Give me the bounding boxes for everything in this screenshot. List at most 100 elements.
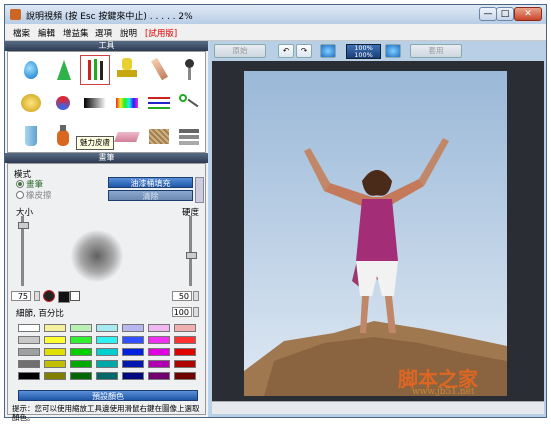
palette-swatch[interactable] xyxy=(148,348,170,356)
mode-eraser-radio[interactable] xyxy=(16,191,24,199)
menu-file[interactable]: 檔案 xyxy=(13,27,30,39)
palette-swatch[interactable] xyxy=(70,336,92,344)
palette-swatch[interactable] xyxy=(70,372,92,380)
cone-icon[interactable] xyxy=(48,55,78,85)
image-toolbar: 原始 ↶ ↷ 100% 100% 套用 xyxy=(210,41,546,61)
menu-trial[interactable]: [試用版] xyxy=(145,27,177,39)
palette-swatch[interactable] xyxy=(122,360,144,368)
app-icon xyxy=(10,9,21,20)
palette-swatch[interactable] xyxy=(174,324,196,332)
palette-swatch[interactable] xyxy=(96,360,118,368)
palette-swatch[interactable] xyxy=(44,336,66,344)
watermark-url: www.jb51.net xyxy=(412,387,475,397)
palette-swatch[interactable] xyxy=(44,348,66,356)
palette-swatch[interactable] xyxy=(44,372,66,380)
foreground-color-box[interactable] xyxy=(58,291,70,303)
palette-swatch[interactable] xyxy=(18,372,40,380)
palette-swatch[interactable] xyxy=(70,324,92,332)
swap-colors-icon[interactable] xyxy=(70,291,80,301)
palette-swatch[interactable] xyxy=(96,348,118,356)
hardness-slider-thumb[interactable] xyxy=(186,252,197,259)
detail-spinner[interactable] xyxy=(193,307,199,317)
black-color-selector[interactable] xyxy=(43,290,55,302)
tooltip-glamour-skin: 魅力皮膚 xyxy=(76,136,114,150)
palette-swatch[interactable] xyxy=(148,336,170,344)
scissors-icon[interactable] xyxy=(174,88,204,118)
color-palette xyxy=(18,324,198,386)
menu-edit[interactable]: 編輯 xyxy=(38,27,55,39)
text-layers-icon[interactable] xyxy=(174,122,204,152)
palette-swatch[interactable] xyxy=(70,348,92,356)
hardness-slider[interactable] xyxy=(189,216,192,286)
zoom-out-icon[interactable] xyxy=(385,44,401,58)
palette-swatch[interactable] xyxy=(18,336,40,344)
badge-icon[interactable] xyxy=(16,88,46,118)
right-panel: 原始 ↶ ↷ 100% 100% 套用 脚本之家 www.jb51.net xyxy=(210,41,546,417)
size-spinner[interactable] xyxy=(34,291,40,301)
palette-swatch[interactable] xyxy=(122,336,144,344)
gradient-icon[interactable] xyxy=(80,88,110,118)
palette-swatch[interactable] xyxy=(44,324,66,332)
detail-value-box[interactable]: 100 xyxy=(172,307,192,317)
zoom-in-icon[interactable] xyxy=(320,44,336,58)
droplet-icon[interactable] xyxy=(16,55,46,85)
palette-swatch[interactable] xyxy=(148,372,170,380)
palette-swatch[interactable] xyxy=(122,372,144,380)
palette-swatch[interactable] xyxy=(70,360,92,368)
redo-icon[interactable]: ↷ xyxy=(296,44,312,58)
bucket-fill-button[interactable]: 油漆桶填充 xyxy=(108,177,193,188)
clear-button[interactable]: 清除 xyxy=(108,190,193,201)
mode-eraser-label: 橡皮擦 xyxy=(26,191,52,201)
hardness-spinner[interactable] xyxy=(193,291,199,301)
undo-icon[interactable]: ↶ xyxy=(278,44,294,58)
horizontal-scrollbar[interactable] xyxy=(212,401,544,414)
palette-swatch[interactable] xyxy=(44,360,66,368)
size-label: 大小 xyxy=(16,208,34,218)
close-button[interactable]: ✕ xyxy=(514,7,542,21)
palette-swatch[interactable] xyxy=(174,348,196,356)
menu-help[interactable]: 說明 xyxy=(120,27,137,39)
maximize-button[interactable]: □ xyxy=(496,7,514,21)
size-slider-thumb[interactable] xyxy=(18,222,29,229)
palette-swatch[interactable] xyxy=(122,348,144,356)
palette-swatch[interactable] xyxy=(174,336,196,344)
brush-header: 畫筆 xyxy=(5,153,208,163)
menu-options[interactable]: 選項 xyxy=(95,27,112,39)
palette-swatch[interactable] xyxy=(96,324,118,332)
menu-plugins[interactable]: 增益集 xyxy=(63,27,89,39)
palette-swatch[interactable] xyxy=(96,336,118,344)
palette-swatch[interactable] xyxy=(148,360,170,368)
hardness-value-box[interactable]: 50 xyxy=(172,291,192,301)
preset-colors-button[interactable]: 預設顏色 xyxy=(18,390,198,401)
cup-icon[interactable] xyxy=(16,122,46,152)
photo-woman-on-rock xyxy=(244,71,507,396)
palette-swatch[interactable] xyxy=(18,348,40,356)
detail-label: 細節, 百分比 xyxy=(16,309,64,319)
palette-swatch[interactable] xyxy=(96,372,118,380)
palette-swatch[interactable] xyxy=(174,372,196,380)
tube-icon[interactable] xyxy=(144,55,174,85)
mode-brush-radio[interactable] xyxy=(16,180,24,188)
color-ball-icon[interactable] xyxy=(48,88,78,118)
lines-icon[interactable] xyxy=(144,88,174,118)
image-canvas[interactable]: 脚本之家 www.jb51.net xyxy=(212,61,544,401)
panel-scrollbar[interactable] xyxy=(195,177,204,203)
brush-pencils-icon[interactable] xyxy=(80,55,110,85)
zoom-display: 100% 100% xyxy=(346,44,381,59)
palette-swatch[interactable] xyxy=(18,360,40,368)
stamp-icon[interactable] xyxy=(112,55,142,85)
size-value-box[interactable]: 75 xyxy=(11,291,31,301)
minimize-button[interactable]: — xyxy=(479,7,497,21)
texture-icon[interactable] xyxy=(144,122,174,152)
color-bars-icon[interactable] xyxy=(112,88,142,118)
app-window: 說明視頻 (按 Esc 按鍵來中止) . . . . . 2% — □ ✕ 檔案… xyxy=(4,4,547,422)
palette-swatch[interactable] xyxy=(174,360,196,368)
bottle-icon[interactable] xyxy=(48,122,78,152)
apply-button[interactable]: 套用 xyxy=(410,44,462,58)
pin-icon[interactable] xyxy=(174,55,204,85)
before-button[interactable]: 原始 xyxy=(214,44,266,58)
eraser-icon[interactable] xyxy=(112,122,142,152)
palette-swatch[interactable] xyxy=(148,324,170,332)
palette-swatch[interactable] xyxy=(122,324,144,332)
palette-swatch[interactable] xyxy=(18,324,40,332)
